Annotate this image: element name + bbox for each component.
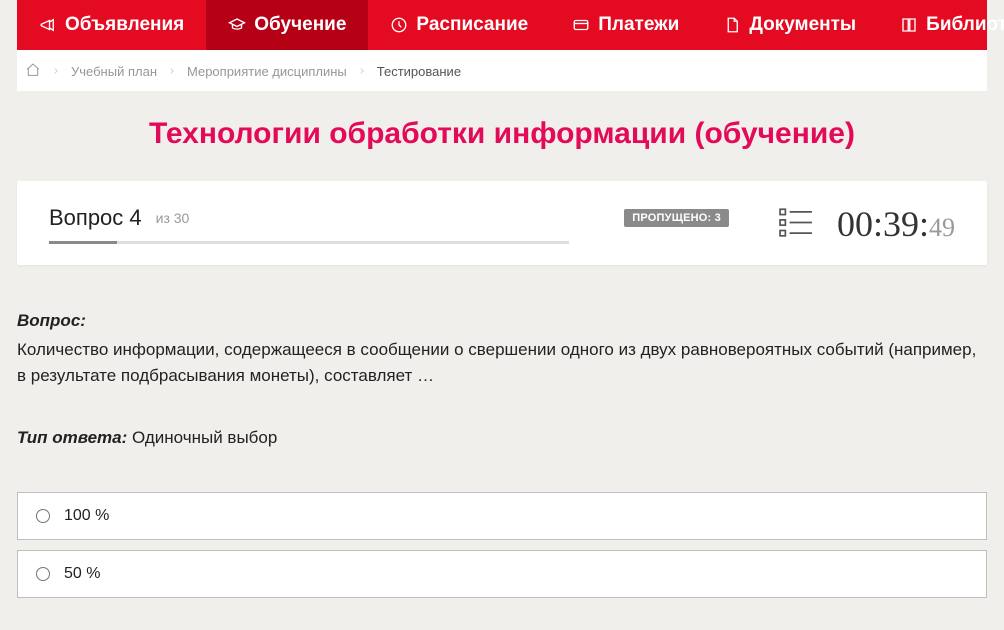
nav-item-library[interactable]: Библиотека [878,0,1004,50]
graduation-icon [228,16,246,34]
question-text: Количество информации, содержащееся в со… [17,337,987,390]
nav-item-label: Объявления [65,14,184,36]
nav-item-label: Документы [749,14,856,36]
timer-main: 00:39: [837,203,929,245]
chevron-right-icon [167,64,177,79]
megaphone-icon [39,16,57,34]
answer-option[interactable]: 100 % [17,492,987,540]
nav-item-announcements[interactable]: Объявления [17,0,206,50]
home-icon[interactable] [25,62,41,81]
breadcrumb-link-event[interactable]: Мероприятие дисциплины [187,64,347,79]
answer-type-value: Одиночный выбор [132,428,277,447]
question-number: Вопрос 4 [49,205,142,231]
nav-item-label: Обучение [254,14,346,36]
chevron-right-icon [51,64,61,79]
option-label: 100 % [64,507,109,525]
test-status-card: Вопрос 4 из 30 ПРОПУЩЕНО: 3 [17,181,987,265]
document-icon [723,16,741,34]
nav-item-schedule[interactable]: Расписание [368,0,550,50]
nav-item-label: Библиотека [926,14,1004,36]
answer-type-label: Тип ответа: [17,428,127,447]
breadcrumb: Учебный план Мероприятие дисциплины Тест… [17,50,987,91]
skipped-badge: ПРОПУЩЕНО: 3 [624,209,729,227]
nav-item-label: Платежи [598,14,679,36]
nav-item-documents[interactable]: Документы [701,0,878,50]
option-label: 50 % [64,565,100,583]
nav-item-payments[interactable]: Платежи [550,0,701,50]
answer-options: 100 % 50 % [17,492,987,598]
nav-item-label: Расписание [416,14,528,36]
clock-icon [390,16,408,34]
timer-seconds: 49 [929,213,955,243]
page-title: Технологии обработки информации (обучени… [17,91,987,181]
question-body: Вопрос: Количество информации, содержаще… [17,265,987,628]
top-nav: Объявления Обучение Расписание Платежи [17,0,987,50]
progress-bar [49,241,569,244]
timer: 00:39:49 [837,203,955,245]
answer-option[interactable]: 50 % [17,550,987,598]
answer-type: Тип ответа: Одиночный выбор [17,428,987,448]
question-list-icon[interactable] [779,207,817,242]
breadcrumb-link-plan[interactable]: Учебный план [71,64,157,79]
nav-item-learning[interactable]: Обучение [206,0,368,50]
chevron-right-icon [357,64,367,79]
card-icon [572,16,590,34]
breadcrumb-current: Тестирование [377,64,461,79]
question-heading: Вопрос: [17,311,987,331]
question-total: из 30 [156,210,190,226]
book-icon [900,16,918,34]
radio-input[interactable] [36,509,50,523]
radio-input[interactable] [36,567,50,581]
progress-fill [49,241,117,244]
